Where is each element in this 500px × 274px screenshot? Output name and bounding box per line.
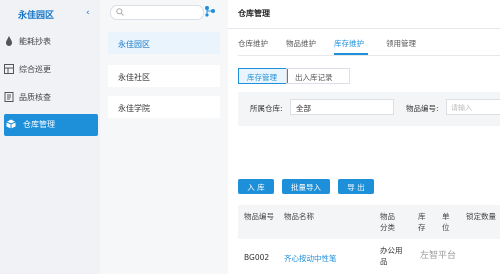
org-item-label: 永佳学院: [118, 104, 150, 113]
checklist-icon: [4, 92, 14, 102]
grid-icon: [4, 64, 14, 74]
nav-item-label: 品质核查: [19, 93, 51, 102]
batch-import-button[interactable]: 批量导入: [282, 179, 330, 194]
cell-item-name[interactable]: 齐心按动中性笔: [284, 253, 337, 264]
search-input[interactable]: [110, 5, 204, 20]
warehouse-label: 所属仓库:: [250, 104, 283, 113]
org-item[interactable]: 永佳社区: [108, 65, 220, 87]
nav-item-energy[interactable]: 能耗抄表: [0, 31, 100, 53]
nav-item-quality[interactable]: 品质核查: [0, 87, 100, 109]
left-nav: 永佳园区 ‹ 能耗抄表 综合巡更 品质核查 仓库管理: [0, 0, 100, 274]
tree-add-icon[interactable]: [204, 5, 216, 17]
column-header: 物品分类: [380, 212, 395, 232]
button-label: 入 库: [247, 183, 265, 192]
subtab-label: 库存管理: [247, 73, 277, 82]
tab-requisition[interactable]: 领用管理: [386, 38, 416, 49]
item-code-label: 物品编号:: [406, 104, 439, 113]
nav-item-warehouse[interactable]: 仓库管理: [4, 114, 98, 136]
item-code-input[interactable]: 请输入: [446, 99, 500, 115]
org-item[interactable]: 永佳学院: [108, 96, 220, 118]
divider: [238, 55, 500, 56]
button-label: 导 出: [347, 183, 365, 192]
column-header: 物品名称: [284, 212, 314, 221]
org-item-label: 永佳园区: [118, 40, 150, 49]
nav-item-patrol[interactable]: 综合巡更: [0, 59, 100, 81]
search-icon: [116, 8, 124, 16]
main-content: 仓库管理 仓库维护 物品维护 库存维护 领用管理 库存管理 出入库记录 所属仓库…: [228, 0, 500, 274]
subtab-inout-log[interactable]: 出入库记录: [286, 68, 350, 84]
subtab-stock[interactable]: 库存管理: [238, 68, 288, 84]
column-header: 物品编号: [244, 212, 274, 221]
nav-item-label: 能耗抄表: [19, 37, 51, 46]
cell-item-category: 办公用品: [380, 246, 403, 266]
export-button[interactable]: 导 出: [338, 179, 374, 194]
org-panel: 永佳园区 永佳社区 永佳学院: [100, 0, 228, 274]
table-row[interactable]: BG002 齐心按动中性笔 办公用品: [238, 243, 500, 274]
tab-item-maint[interactable]: 物品维护: [286, 38, 316, 49]
stock-in-button[interactable]: 入 库: [238, 179, 274, 194]
column-header: 库存: [418, 212, 426, 232]
chevron-down-icon: ⌄: [296, 101, 303, 110]
subtab-label: 出入库记录: [295, 73, 333, 82]
org-item[interactable]: 永佳园区: [108, 32, 220, 54]
chevron-left-icon[interactable]: ‹: [86, 8, 90, 18]
tab-warehouse-maint[interactable]: 仓库维护: [238, 38, 268, 49]
column-header: 单位: [442, 212, 450, 232]
cell-item-code: BG002: [244, 253, 270, 262]
watermark-text: 左智平台: [420, 251, 457, 261]
nav-item-label: 综合巡更: [19, 65, 51, 74]
nav-item-label: 仓库管理: [23, 120, 55, 129]
item-code-placeholder: 请输入: [451, 104, 472, 112]
button-label: 批量导入: [291, 183, 321, 192]
drop-icon: [6, 36, 12, 46]
org-switcher[interactable]: 永佳园区 ‹: [0, 0, 100, 28]
page-title: 仓库管理: [238, 9, 270, 18]
column-header: 锁定数量: [466, 212, 496, 221]
warehouse-select[interactable]: 全部 ⌄: [290, 99, 394, 115]
divider: [228, 28, 500, 29]
org-name: 永佳园区: [18, 11, 55, 21]
box-icon: [6, 119, 16, 129]
org-item-label: 永佳社区: [118, 73, 150, 82]
tab-stock-maint[interactable]: 库存维护: [334, 38, 364, 49]
